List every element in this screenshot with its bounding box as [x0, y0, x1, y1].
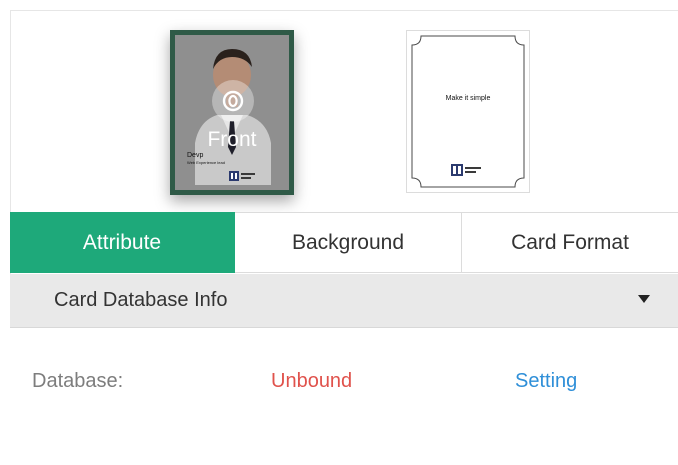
setting-link[interactable]: Setting [515, 370, 577, 393]
tab-background[interactable]: Background [235, 212, 462, 273]
divider [10, 10, 678, 11]
back-card-text: Make it simple [445, 95, 491, 102]
company-logo-icon [451, 164, 481, 176]
card-preview-area: Front Devp Web Experience lead Make it s… [0, 0, 678, 212]
back-card-thumbnail[interactable]: Make it simple [406, 30, 530, 193]
front-card-label: Front [207, 128, 257, 151]
tab-attribute[interactable]: Attribute [10, 212, 235, 273]
eye-icon[interactable] [212, 80, 254, 122]
database-row: Database: Unbound Setting [10, 328, 678, 465]
section-title: Card Database Info [54, 289, 228, 311]
tab-bar: Attribute Background Card Format [10, 212, 678, 274]
caret-down-icon [638, 295, 650, 303]
database-status: Unbound [271, 370, 353, 392]
front-card-face: Front Devp Web Experience lead [175, 35, 289, 190]
front-card-subname: Web Experience lead [187, 160, 225, 165]
card-database-info-header[interactable]: Card Database Info [10, 274, 678, 328]
front-card-thumbnail[interactable]: Front Devp Web Experience lead [170, 30, 294, 195]
tab-card-format[interactable]: Card Format [462, 212, 678, 273]
front-card-name: Devp [187, 152, 204, 159]
company-logo-icon [229, 171, 255, 181]
database-label: Database: [32, 370, 124, 392]
eye-icon-graphic [222, 90, 244, 112]
